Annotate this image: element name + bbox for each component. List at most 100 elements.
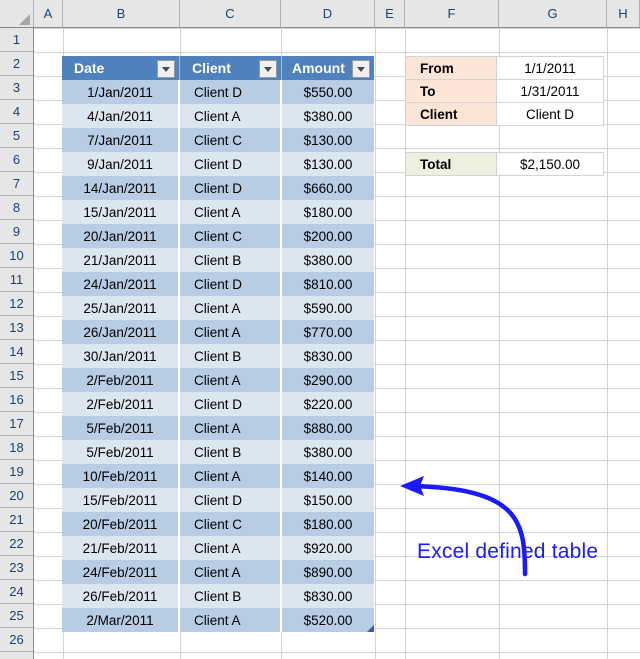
table-row[interactable]: 14/Jan/2011 Client D $660.00: [62, 176, 374, 200]
row-header-13[interactable]: 13: [0, 316, 33, 340]
table-row[interactable]: 5/Feb/2011 Client A $880.00: [62, 416, 374, 440]
table-row[interactable]: 21/Jan/2011 Client B $380.00: [62, 248, 374, 272]
row-header-7[interactable]: 7: [0, 172, 33, 196]
table-cell-date[interactable]: 26/Feb/2011: [62, 584, 180, 608]
table-cell-amount[interactable]: $380.00: [282, 440, 374, 464]
table-cell-date[interactable]: 2/Feb/2011: [62, 392, 180, 416]
table-cell-amount[interactable]: $550.00: [282, 80, 374, 104]
row-header-20[interactable]: 20: [0, 484, 33, 508]
column-header-F[interactable]: F: [405, 0, 499, 27]
table-cell-client[interactable]: Client A: [180, 464, 282, 488]
table-cell-date[interactable]: 21/Jan/2011: [62, 248, 180, 272]
table-row[interactable]: 9/Jan/2011 Client D $130.00: [62, 152, 374, 176]
table-cell-amount[interactable]: $920.00: [282, 536, 374, 560]
table-row[interactable]: 20/Feb/2011 Client C $180.00: [62, 512, 374, 536]
row-header-1[interactable]: 1: [0, 28, 33, 52]
table-cell-amount[interactable]: $140.00: [282, 464, 374, 488]
criteria-value[interactable]: Client D: [496, 102, 604, 126]
row-header-9[interactable]: 9: [0, 220, 33, 244]
table-cell-client[interactable]: Client B: [180, 248, 282, 272]
table-cell-date[interactable]: 24/Jan/2011: [62, 272, 180, 296]
table-row[interactable]: 15/Feb/2011 Client D $150.00: [62, 488, 374, 512]
table-cell-date[interactable]: 24/Feb/2011: [62, 560, 180, 584]
table-cell-date[interactable]: 1/Jan/2011: [62, 80, 180, 104]
table-cell-date[interactable]: 10/Feb/2011: [62, 464, 180, 488]
table-cell-date[interactable]: 25/Jan/2011: [62, 296, 180, 320]
table-cell-client[interactable]: Client B: [180, 584, 282, 608]
table-cell-amount[interactable]: $180.00: [282, 512, 374, 536]
filter-dropdown-icon-amount[interactable]: [352, 60, 370, 78]
table-cell-client[interactable]: Client D: [180, 176, 282, 200]
select-all-corner[interactable]: [0, 0, 34, 27]
table-row[interactable]: 5/Feb/2011 Client B $380.00: [62, 440, 374, 464]
row-header-23[interactable]: 23: [0, 556, 33, 580]
table-cell-client[interactable]: Client A: [180, 296, 282, 320]
table-cell-amount[interactable]: $830.00: [282, 584, 374, 608]
column-header-E[interactable]: E: [375, 0, 405, 27]
table-cell-amount[interactable]: $290.00: [282, 368, 374, 392]
table-cell-client[interactable]: Client C: [180, 512, 282, 536]
row-header-16[interactable]: 16: [0, 388, 33, 412]
table-row[interactable]: 2/Mar/2011 Client A $520.00: [62, 608, 374, 632]
table-cell-amount[interactable]: $590.00: [282, 296, 374, 320]
table-cell-date[interactable]: 15/Feb/2011: [62, 488, 180, 512]
table-cell-client[interactable]: Client B: [180, 440, 282, 464]
table-cell-client[interactable]: Client D: [180, 488, 282, 512]
row-header-2[interactable]: 2: [0, 52, 33, 76]
table-cell-date[interactable]: 30/Jan/2011: [62, 344, 180, 368]
row-header-3[interactable]: 3: [0, 76, 33, 100]
table-cell-amount[interactable]: $660.00: [282, 176, 374, 200]
row-header-5[interactable]: 5: [0, 124, 33, 148]
table-cell-amount[interactable]: $130.00: [282, 128, 374, 152]
row-header-21[interactable]: 21: [0, 508, 33, 532]
table-cell-date[interactable]: 5/Feb/2011: [62, 440, 180, 464]
table-cell-date[interactable]: 2/Mar/2011: [62, 608, 180, 632]
column-header-D[interactable]: D: [281, 0, 375, 27]
table-cell-date[interactable]: 9/Jan/2011: [62, 152, 180, 176]
table-row[interactable]: 24/Feb/2011 Client A $890.00: [62, 560, 374, 584]
table-cell-amount[interactable]: $220.00: [282, 392, 374, 416]
total-value[interactable]: $2,150.00: [496, 152, 604, 176]
filter-dropdown-icon-date[interactable]: [157, 60, 175, 78]
table-cell-client[interactable]: Client A: [180, 104, 282, 128]
table-cell-amount[interactable]: $200.00: [282, 224, 374, 248]
table-cell-amount[interactable]: $130.00: [282, 152, 374, 176]
table-cell-amount[interactable]: $890.00: [282, 560, 374, 584]
table-row[interactable]: 1/Jan/2011 Client D $550.00: [62, 80, 374, 104]
row-header-19[interactable]: 19: [0, 460, 33, 484]
excel-defined-table[interactable]: Date Client Amount 1/Jan/2011 Client D $550.0…: [62, 56, 374, 632]
column-header-G[interactable]: G: [499, 0, 607, 27]
table-row[interactable]: 7/Jan/2011 Client C $130.00: [62, 128, 374, 152]
table-cell-date[interactable]: 7/Jan/2011: [62, 128, 180, 152]
table-cell-date[interactable]: 26/Jan/2011: [62, 320, 180, 344]
table-row[interactable]: 20/Jan/2011 Client C $200.00: [62, 224, 374, 248]
column-header-B[interactable]: B: [63, 0, 180, 27]
row-header-10[interactable]: 10: [0, 244, 33, 268]
table-cell-date[interactable]: 20/Jan/2011: [62, 224, 180, 248]
table-row[interactable]: 26/Feb/2011 Client B $830.00: [62, 584, 374, 608]
row-header-22[interactable]: 22: [0, 532, 33, 556]
table-cell-amount[interactable]: $830.00: [282, 344, 374, 368]
table-cell-client[interactable]: Client A: [180, 536, 282, 560]
table-row[interactable]: 10/Feb/2011 Client A $140.00: [62, 464, 374, 488]
row-header-17[interactable]: 17: [0, 412, 33, 436]
table-row[interactable]: 24/Jan/2011 Client D $810.00: [62, 272, 374, 296]
table-cell-client[interactable]: Client A: [180, 200, 282, 224]
row-header-15[interactable]: 15: [0, 364, 33, 388]
table-row[interactable]: 21/Feb/2011 Client A $920.00: [62, 536, 374, 560]
table-cell-client[interactable]: Client A: [180, 320, 282, 344]
table-cell-amount[interactable]: $770.00: [282, 320, 374, 344]
table-cell-amount[interactable]: $380.00: [282, 104, 374, 128]
table-cell-client[interactable]: Client A: [180, 416, 282, 440]
filter-dropdown-icon-client[interactable]: [259, 60, 277, 78]
table-row[interactable]: 25/Jan/2011 Client A $590.00: [62, 296, 374, 320]
row-header-11[interactable]: 11: [0, 268, 33, 292]
row-header-12[interactable]: 12: [0, 292, 33, 316]
row-header-18[interactable]: 18: [0, 436, 33, 460]
table-cell-client[interactable]: Client D: [180, 152, 282, 176]
row-header-24[interactable]: 24: [0, 580, 33, 604]
table-cell-date[interactable]: 4/Jan/2011: [62, 104, 180, 128]
table-cell-client[interactable]: Client D: [180, 392, 282, 416]
table-cell-client[interactable]: Client C: [180, 128, 282, 152]
table-cell-client[interactable]: Client D: [180, 80, 282, 104]
